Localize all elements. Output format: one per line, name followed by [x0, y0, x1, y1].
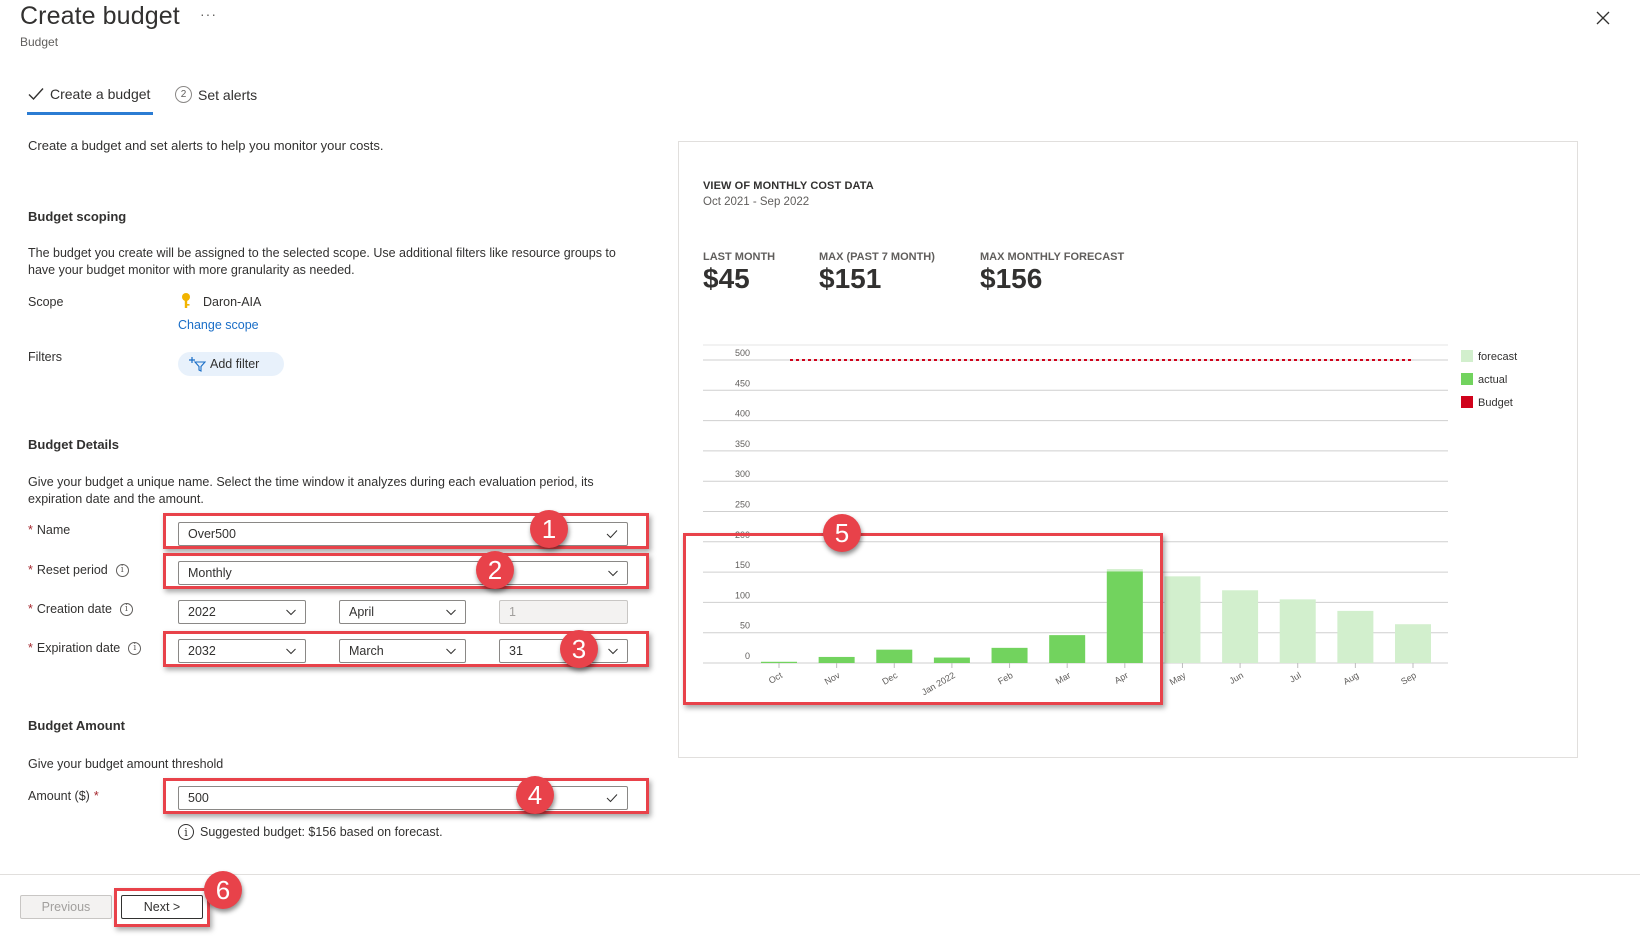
legend-swatch-actual — [1461, 373, 1473, 385]
x-tick-label: Mar — [1054, 670, 1072, 686]
actual-bar — [818, 656, 855, 663]
actual-bar — [1049, 635, 1086, 663]
legend-label-actual: actual — [1478, 374, 1507, 386]
x-tick-label: Aug — [1341, 670, 1360, 687]
legend-label-budget: Budget — [1478, 397, 1513, 409]
x-tick-label: Jul — [1288, 670, 1303, 684]
forecast-bar — [1279, 599, 1316, 663]
y-tick-label: 300 — [735, 469, 750, 479]
forecast-bar — [1222, 590, 1259, 663]
x-tick-label: Apr — [1113, 670, 1130, 686]
y-tick-label: 100 — [735, 590, 750, 600]
y-tick-label: 0 — [745, 651, 750, 661]
legend-label-forecast: forecast — [1478, 351, 1517, 363]
actual-bar — [1106, 571, 1143, 663]
x-tick-label: Feb — [996, 670, 1014, 686]
x-tick-label: Jun — [1228, 670, 1246, 686]
monthly-cost-chart: 0 50 100 150 200 250 300 350 400 450 500 Oct Nov Dec J… — [703, 344, 1517, 697]
y-tick-label: 500 — [735, 348, 750, 358]
y-tick-label: 50 — [740, 621, 750, 631]
actual-bar — [991, 647, 1028, 663]
y-tick-label: 150 — [735, 560, 750, 570]
actual-bar — [933, 657, 970, 663]
y-tick-label: 350 — [735, 439, 750, 449]
x-tick-label: May — [1168, 670, 1188, 687]
y-tick-label: 250 — [735, 500, 750, 510]
forecast-bar — [1395, 624, 1431, 663]
y-tick-label: 450 — [735, 378, 750, 388]
forecast-bar — [1337, 610, 1374, 663]
actual-bar — [876, 649, 913, 663]
y-tick-label: 400 — [735, 409, 750, 419]
x-tick-label: Sep — [1399, 670, 1418, 687]
forecast-bar — [1164, 576, 1201, 663]
y-tick-label: 200 — [735, 530, 750, 540]
legend-swatch-forecast — [1461, 350, 1473, 362]
x-tick-label: Dec — [880, 670, 899, 687]
legend-swatch-budget — [1461, 396, 1473, 408]
actual-bar — [761, 661, 797, 663]
x-tick-label: Nov — [823, 670, 842, 687]
x-tick-label: Jan 2022 — [920, 670, 957, 697]
x-tick-label: Oct — [767, 670, 785, 686]
